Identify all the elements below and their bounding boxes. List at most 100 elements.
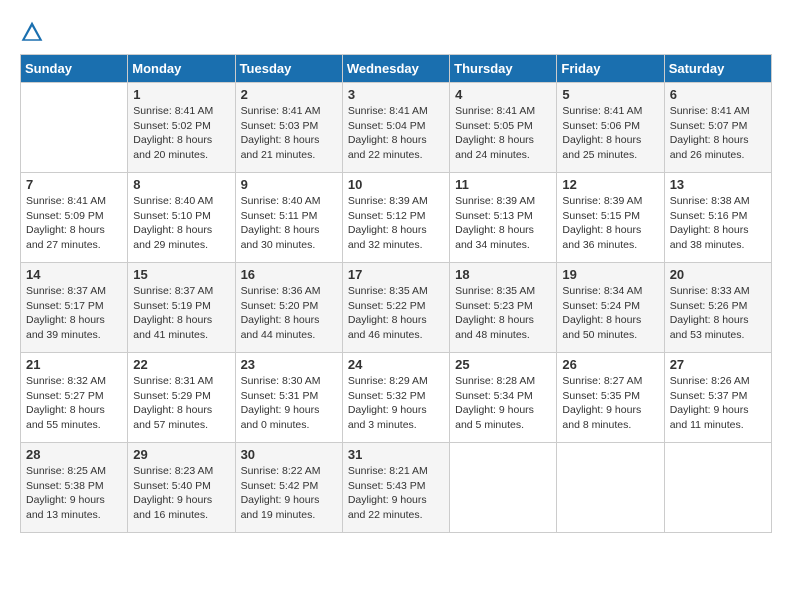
day-cell: 20 Sunrise: 8:33 AMSunset: 5:26 PMDayligh… [664, 263, 771, 353]
day-cell: 28Sunrise: 8:25 AMSunset: 5:38 PMDayligh… [21, 443, 128, 533]
day-cell: 22 Sunrise: 8:31 AMSunset: 5:29 PMDayligh… [128, 353, 235, 443]
day-info: Sunrise: 8:39 AMSunset: 5:13 PMDaylight:… [455, 194, 551, 253]
day-number: 7 [26, 177, 122, 192]
day-cell: 16 Sunrise: 8:36 AMSunset: 5:20 PMDayligh… [235, 263, 342, 353]
day-info: Sunrise: 8:29 AMSunset: 5:32 PMDaylight:… [348, 374, 444, 433]
day-info: Sunrise: 8:30 AMSunset: 5:31 PMDaylight:… [241, 374, 337, 433]
day-number: 21 [26, 357, 122, 372]
day-number: 16 [241, 267, 337, 282]
day-number: 12 [562, 177, 658, 192]
day-number: 30 [241, 447, 337, 462]
day-number: 13 [670, 177, 766, 192]
day-cell [664, 443, 771, 533]
logo-icon [20, 20, 44, 44]
weekday-header-friday: Friday [557, 55, 664, 83]
day-number: 25 [455, 357, 551, 372]
day-cell: 3 Sunrise: 8:41 AMSunset: 5:04 PMDaylight… [342, 83, 449, 173]
day-number: 10 [348, 177, 444, 192]
day-cell: 11 Sunrise: 8:39 AMSunset: 5:13 PMDayligh… [450, 173, 557, 263]
day-cell: 17Sunrise: 8:35 AMSunset: 5:22 PMDayligh… [342, 263, 449, 353]
day-info: Sunrise: 8:38 AMSunset: 5:16 PMDaylight:… [670, 194, 766, 253]
day-number: 19 [562, 267, 658, 282]
day-cell: 10 Sunrise: 8:39 AMSunset: 5:12 PMDayligh… [342, 173, 449, 263]
day-number: 26 [562, 357, 658, 372]
day-number: 20 [670, 267, 766, 282]
weekday-header-saturday: Saturday [664, 55, 771, 83]
day-cell: 5 Sunrise: 8:41 AMSunset: 5:06 PMDaylight… [557, 83, 664, 173]
day-info: Sunrise: 8:31 AMSunset: 5:29 PMDaylight:… [133, 374, 229, 433]
day-number: 1 [133, 87, 229, 102]
day-number: 6 [670, 87, 766, 102]
weekday-header-tuesday: Tuesday [235, 55, 342, 83]
day-cell: 2Sunrise: 8:41 AMSunset: 5:03 PMDaylight… [235, 83, 342, 173]
day-cell: 14 Sunrise: 8:37 AMSunset: 5:17 PMDayligh… [21, 263, 128, 353]
day-info: Sunrise: 8:21 AMSunset: 5:43 PMDaylight:… [348, 464, 444, 523]
day-number: 29 [133, 447, 229, 462]
day-cell: 19 Sunrise: 8:34 AMSunset: 5:24 PMDayligh… [557, 263, 664, 353]
day-cell: 6 Sunrise: 8:41 AMSunset: 5:07 PMDaylight… [664, 83, 771, 173]
day-number: 14 [26, 267, 122, 282]
calendar-table: SundayMondayTuesdayWednesdayThursdayFrid… [20, 54, 772, 533]
week-row-3: 14 Sunrise: 8:37 AMSunset: 5:17 PMDayligh… [21, 263, 772, 353]
day-info: Sunrise: 8:40 AMSunset: 5:11 PMDaylight:… [241, 194, 337, 253]
day-info: Sunrise: 8:22 AMSunset: 5:42 PMDaylight:… [241, 464, 337, 523]
week-row-2: 7 Sunrise: 8:41 AMSunset: 5:09 PMDaylight… [21, 173, 772, 263]
day-info: Sunrise: 8:36 AMSunset: 5:20 PMDaylight:… [241, 284, 337, 343]
day-info: Sunrise: 8:23 AMSunset: 5:40 PMDaylight:… [133, 464, 229, 523]
day-cell [557, 443, 664, 533]
day-number: 5 [562, 87, 658, 102]
day-info: Sunrise: 8:37 AMSunset: 5:17 PMDaylight:… [26, 284, 122, 343]
weekday-header-wednesday: Wednesday [342, 55, 449, 83]
day-cell: 7 Sunrise: 8:41 AMSunset: 5:09 PMDaylight… [21, 173, 128, 263]
day-cell: 30 Sunrise: 8:22 AMSunset: 5:42 PMDayligh… [235, 443, 342, 533]
day-cell: 26 Sunrise: 8:27 AMSunset: 5:35 PMDayligh… [557, 353, 664, 443]
day-info: Sunrise: 8:41 AMSunset: 5:02 PMDaylight:… [133, 104, 229, 163]
day-cell: 24 Sunrise: 8:29 AMSunset: 5:32 PMDayligh… [342, 353, 449, 443]
day-number: 9 [241, 177, 337, 192]
day-info: Sunrise: 8:25 AMSunset: 5:38 PMDaylight:… [26, 464, 122, 523]
day-number: 2 [241, 87, 337, 102]
day-cell: 1 Sunrise: 8:41 AMSunset: 5:02 PMDaylight… [128, 83, 235, 173]
day-info: Sunrise: 8:41 AMSunset: 5:05 PMDaylight:… [455, 104, 551, 163]
day-number: 11 [455, 177, 551, 192]
day-cell: 8 Sunrise: 8:40 AMSunset: 5:10 PMDaylight… [128, 173, 235, 263]
day-number: 24 [348, 357, 444, 372]
page-header [20, 20, 772, 44]
day-info: Sunrise: 8:41 AMSunset: 5:04 PMDaylight:… [348, 104, 444, 163]
day-number: 23 [241, 357, 337, 372]
day-cell [450, 443, 557, 533]
day-cell: 9 Sunrise: 8:40 AMSunset: 5:11 PMDaylight… [235, 173, 342, 263]
day-cell: 18 Sunrise: 8:35 AMSunset: 5:23 PMDayligh… [450, 263, 557, 353]
week-row-5: 28Sunrise: 8:25 AMSunset: 5:38 PMDayligh… [21, 443, 772, 533]
day-info: Sunrise: 8:33 AMSunset: 5:26 PMDaylight:… [670, 284, 766, 343]
day-info: Sunrise: 8:39 AMSunset: 5:12 PMDaylight:… [348, 194, 444, 253]
day-cell: 15Sunrise: 8:37 AMSunset: 5:19 PMDayligh… [128, 263, 235, 353]
day-info: Sunrise: 8:34 AMSunset: 5:24 PMDaylight:… [562, 284, 658, 343]
day-cell [21, 83, 128, 173]
day-info: Sunrise: 8:28 AMSunset: 5:34 PMDaylight:… [455, 374, 551, 433]
weekday-header-thursday: Thursday [450, 55, 557, 83]
day-info: Sunrise: 8:32 AMSunset: 5:27 PMDaylight:… [26, 374, 122, 433]
day-cell: 31 Sunrise: 8:21 AMSunset: 5:43 PMDayligh… [342, 443, 449, 533]
day-number: 3 [348, 87, 444, 102]
day-info: Sunrise: 8:27 AMSunset: 5:35 PMDaylight:… [562, 374, 658, 433]
day-cell: 12Sunrise: 8:39 AMSunset: 5:15 PMDayligh… [557, 173, 664, 263]
day-cell: 13 Sunrise: 8:38 AMSunset: 5:16 PMDayligh… [664, 173, 771, 263]
day-cell: 23 Sunrise: 8:30 AMSunset: 5:31 PMDayligh… [235, 353, 342, 443]
day-number: 17 [348, 267, 444, 282]
day-number: 31 [348, 447, 444, 462]
weekday-header-row: SundayMondayTuesdayWednesdayThursdayFrid… [21, 55, 772, 83]
day-info: Sunrise: 8:40 AMSunset: 5:10 PMDaylight:… [133, 194, 229, 253]
day-number: 27 [670, 357, 766, 372]
day-info: Sunrise: 8:41 AMSunset: 5:06 PMDaylight:… [562, 104, 658, 163]
day-number: 15 [133, 267, 229, 282]
day-number: 18 [455, 267, 551, 282]
day-number: 22 [133, 357, 229, 372]
day-cell: 21 Sunrise: 8:32 AMSunset: 5:27 PMDayligh… [21, 353, 128, 443]
day-info: Sunrise: 8:41 AMSunset: 5:07 PMDaylight:… [670, 104, 766, 163]
day-number: 8 [133, 177, 229, 192]
day-info: Sunrise: 8:35 AMSunset: 5:23 PMDaylight:… [455, 284, 551, 343]
day-cell: 27Sunrise: 8:26 AMSunset: 5:37 PMDayligh… [664, 353, 771, 443]
day-info: Sunrise: 8:41 AMSunset: 5:09 PMDaylight:… [26, 194, 122, 253]
weekday-header-monday: Monday [128, 55, 235, 83]
